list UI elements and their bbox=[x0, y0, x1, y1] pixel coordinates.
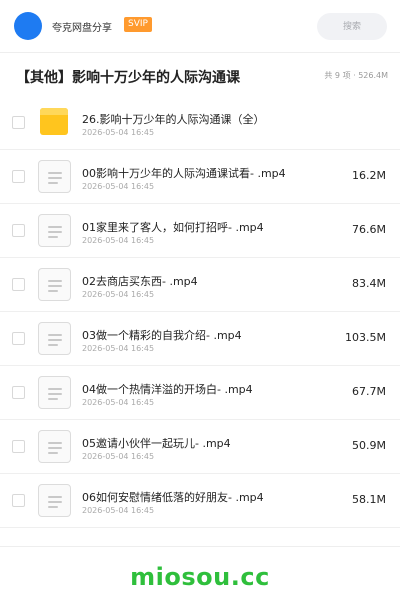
item-date: 2026-05-04 16:45 bbox=[82, 290, 155, 299]
item-date: 2026-05-04 16:45 bbox=[82, 236, 155, 245]
item-name[interactable]: 06如何安慰情绪低落的好朋友- .mp4 bbox=[82, 489, 264, 505]
item-size: 103.5M bbox=[345, 331, 386, 344]
item-name[interactable]: 02去商店买东西- .mp4 bbox=[82, 273, 198, 289]
page-title: 【其他】影响十万少年的人际沟通课 bbox=[16, 70, 240, 86]
header-bar: 夸克网盘分享 SVIP bbox=[0, 0, 400, 52]
search-input[interactable] bbox=[317, 13, 387, 40]
item-size: 76.6M bbox=[352, 223, 386, 236]
document-icon bbox=[38, 484, 71, 517]
list-item[interactable]: 05邀请小伙伴一起玩儿- .mp4 2026-05-04 16:45 50.9M bbox=[0, 420, 400, 474]
avatar[interactable] bbox=[14, 12, 42, 40]
item-checkbox[interactable] bbox=[12, 170, 25, 183]
item-date: 2026-05-04 16:45 bbox=[82, 452, 155, 461]
document-icon bbox=[38, 322, 71, 355]
document-icon bbox=[38, 214, 71, 247]
item-checkbox[interactable] bbox=[12, 116, 25, 129]
footer-divider bbox=[0, 546, 400, 547]
svip-badge[interactable]: SVIP bbox=[124, 17, 152, 32]
item-checkbox[interactable] bbox=[12, 224, 25, 237]
item-name[interactable]: 04做一个热情洋溢的开场白- .mp4 bbox=[82, 381, 253, 397]
list-item[interactable]: 01家里来了客人，如何打招呼- .mp4 2026-05-04 16:45 76… bbox=[0, 204, 400, 258]
item-date: 2026-05-04 16:45 bbox=[82, 128, 155, 137]
document-icon bbox=[38, 160, 71, 193]
list-item[interactable]: 03做一个精彩的自我介绍- .mp4 2026-05-04 16:45 103.… bbox=[0, 312, 400, 366]
item-date: 2026-05-04 16:45 bbox=[82, 506, 155, 515]
item-size: 67.7M bbox=[352, 385, 386, 398]
item-checkbox[interactable] bbox=[12, 494, 25, 507]
app-title: 夸克网盘分享 bbox=[52, 23, 112, 34]
list-item[interactable]: 06如何安慰情绪低落的好朋友- .mp4 2026-05-04 16:45 58… bbox=[0, 474, 400, 528]
item-name[interactable]: 26.影响十万少年的人际沟通课（全） bbox=[82, 111, 265, 127]
item-size: 58.1M bbox=[352, 493, 386, 506]
item-name[interactable]: 01家里来了客人，如何打招呼- .mp4 bbox=[82, 219, 264, 235]
folder-title-row: 【其他】影响十万少年的人际沟通课 共 9 项 · 526.4M bbox=[0, 60, 400, 90]
item-date: 2026-05-04 16:45 bbox=[82, 344, 155, 353]
item-date: 2026-05-04 16:45 bbox=[82, 398, 155, 407]
item-checkbox[interactable] bbox=[12, 386, 25, 399]
item-size: 83.4M bbox=[352, 277, 386, 290]
list-item[interactable]: 02去商店买东西- .mp4 2026-05-04 16:45 83.4M bbox=[0, 258, 400, 312]
item-size: 16.2M bbox=[352, 169, 386, 182]
header-divider bbox=[0, 52, 400, 53]
list-item[interactable]: 04做一个热情洋溢的开场白- .mp4 2026-05-04 16:45 67.… bbox=[0, 366, 400, 420]
item-summary: 共 9 项 · 526.4M bbox=[324, 71, 388, 80]
document-icon bbox=[38, 430, 71, 463]
item-name[interactable]: 03做一个精彩的自我介绍- .mp4 bbox=[82, 327, 242, 343]
list-item[interactable]: 26.影响十万少年的人际沟通课（全） 2026-05-04 16:45 bbox=[0, 96, 400, 150]
item-name[interactable]: 00影响十万少年的人际沟通课试看- .mp4 bbox=[82, 165, 286, 181]
document-icon bbox=[38, 268, 71, 301]
brand-watermark: miosou.cc bbox=[130, 563, 270, 591]
item-checkbox[interactable] bbox=[12, 332, 25, 345]
list-item[interactable]: 00影响十万少年的人际沟通课试看- .mp4 2026-05-04 16:45 … bbox=[0, 150, 400, 204]
item-date: 2026-05-04 16:45 bbox=[82, 182, 155, 191]
item-checkbox[interactable] bbox=[12, 440, 25, 453]
item-name[interactable]: 05邀请小伙伴一起玩儿- .mp4 bbox=[82, 435, 231, 451]
document-icon bbox=[38, 376, 71, 409]
row-divider bbox=[0, 527, 400, 528]
item-size: 50.9M bbox=[352, 439, 386, 452]
item-checkbox[interactable] bbox=[12, 278, 25, 291]
folder-icon bbox=[40, 108, 68, 135]
